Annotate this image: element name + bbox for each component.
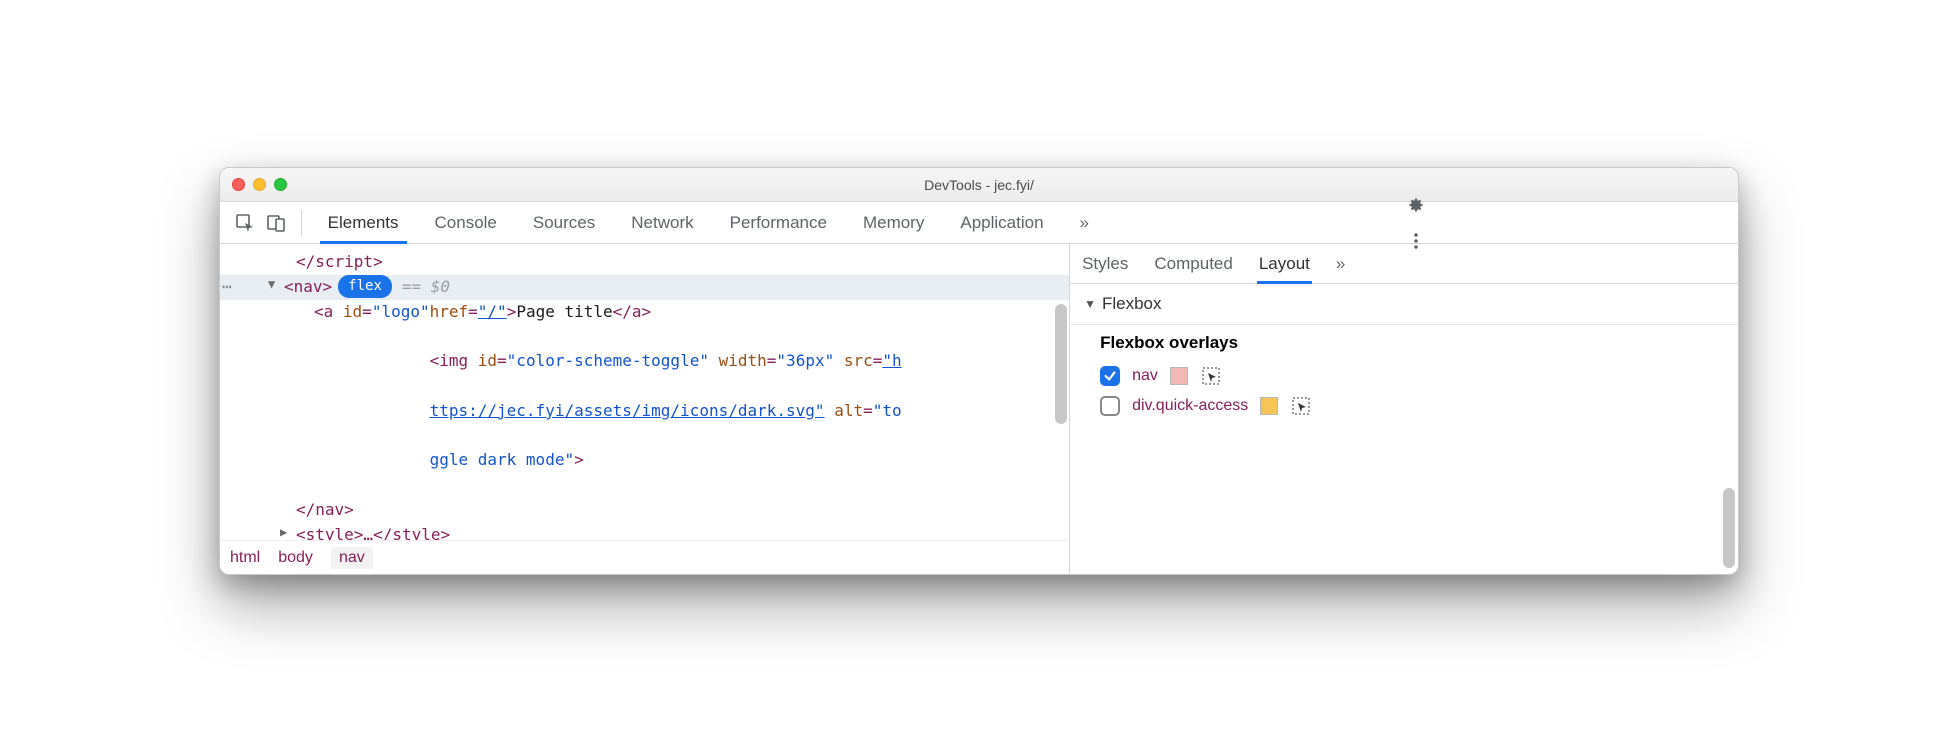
dom-row-img[interactable]: <img id="color-scheme-toggle" width="36p… [220, 324, 1069, 498]
tab-layout[interactable]: Layout [1257, 244, 1312, 283]
sidebar-tabs-overflow[interactable]: » [1334, 244, 1347, 283]
dom-row-a[interactable]: <a id="logo" href="/">Page title</a> [220, 300, 1069, 325]
tab-styles[interactable]: Styles [1080, 244, 1130, 283]
crumb-html[interactable]: html [230, 549, 260, 567]
scrollbar[interactable] [1055, 304, 1067, 434]
dom-tree[interactable]: </script​> ⋯ ▼ <nav> flex == $0 <a id="l… [220, 244, 1069, 540]
color-swatch[interactable] [1170, 367, 1188, 385]
flexbox-overlays: Flexbox overlays nav [1070, 325, 1738, 439]
tab-performance[interactable]: Performance [714, 202, 843, 243]
flexbox-section[interactable]: ▼ Flexbox [1070, 284, 1738, 325]
styles-sidebar: Styles Computed Layout » ▼ Flexbox Flexb… [1070, 244, 1738, 574]
overlays-title: Flexbox overlays [1100, 333, 1724, 353]
collapse-arrow-icon[interactable]: ▶ [280, 523, 292, 540]
tab-console[interactable]: Console [419, 202, 513, 243]
dom-row-nav-close[interactable]: </nav> [220, 498, 1069, 523]
overlay-name[interactable]: div.quick-access [1132, 397, 1248, 415]
overlay-checkbox[interactable] [1100, 396, 1120, 416]
content-panes: </script​> ⋯ ▼ <nav> flex == $0 <a id="l… [220, 244, 1738, 574]
close-icon[interactable] [232, 178, 245, 191]
tabs-overflow[interactable]: » [1064, 202, 1105, 243]
expand-arrow-icon[interactable]: ▼ [268, 275, 280, 294]
highlight-icon[interactable] [1200, 365, 1222, 387]
devtools-window: DevTools - jec.fyi/ Elements Console Sou… [219, 167, 1739, 575]
minimize-icon[interactable] [253, 178, 266, 191]
sidebar-tabs: Styles Computed Layout » [1070, 244, 1738, 284]
settings-gear-icon[interactable] [1400, 189, 1432, 221]
tab-sources[interactable]: Sources [517, 202, 611, 243]
maximize-icon[interactable] [274, 178, 287, 191]
toolbar-divider [301, 210, 302, 236]
inspect-element-icon[interactable] [230, 207, 260, 239]
breadcrumb: html body nav [220, 540, 1069, 574]
crumb-body[interactable]: body [278, 549, 313, 567]
device-toolbar-icon[interactable] [260, 207, 290, 239]
dom-row-script-close[interactable]: </script​> [220, 250, 1069, 275]
tab-application[interactable]: Application [944, 202, 1059, 243]
section-collapse-icon[interactable]: ▼ [1084, 297, 1096, 311]
tab-elements[interactable]: Elements [312, 202, 415, 243]
tab-network[interactable]: Network [615, 202, 709, 243]
overlay-row-quick-access: div.quick-access [1100, 395, 1724, 417]
ellipsis-icon[interactable]: ⋯ [222, 275, 234, 300]
traffic-lights [232, 178, 287, 191]
elements-panel: </script​> ⋯ ▼ <nav> flex == $0 <a id="l… [220, 244, 1070, 574]
tab-memory[interactable]: Memory [847, 202, 940, 243]
overlay-name[interactable]: nav [1132, 367, 1158, 385]
crumb-nav[interactable]: nav [331, 547, 373, 569]
tab-computed[interactable]: Computed [1152, 244, 1234, 283]
color-swatch[interactable] [1260, 397, 1278, 415]
overlay-row-nav: nav [1100, 365, 1724, 387]
section-title: Flexbox [1102, 294, 1162, 314]
scrollbar[interactable] [1723, 488, 1735, 568]
panel-tabs: Elements Console Sources Network Perform… [312, 202, 1105, 243]
main-toolbar: Elements Console Sources Network Perform… [220, 202, 1738, 244]
dom-row-style[interactable]: ▶<style>…</style> [220, 523, 1069, 540]
selected-indicator: == $0 [402, 275, 450, 300]
highlight-icon[interactable] [1290, 395, 1312, 417]
flex-badge[interactable]: flex [338, 275, 392, 299]
overlay-checkbox[interactable] [1100, 366, 1120, 386]
dom-row-nav[interactable]: ⋯ ▼ <nav> flex == $0 [220, 275, 1069, 300]
